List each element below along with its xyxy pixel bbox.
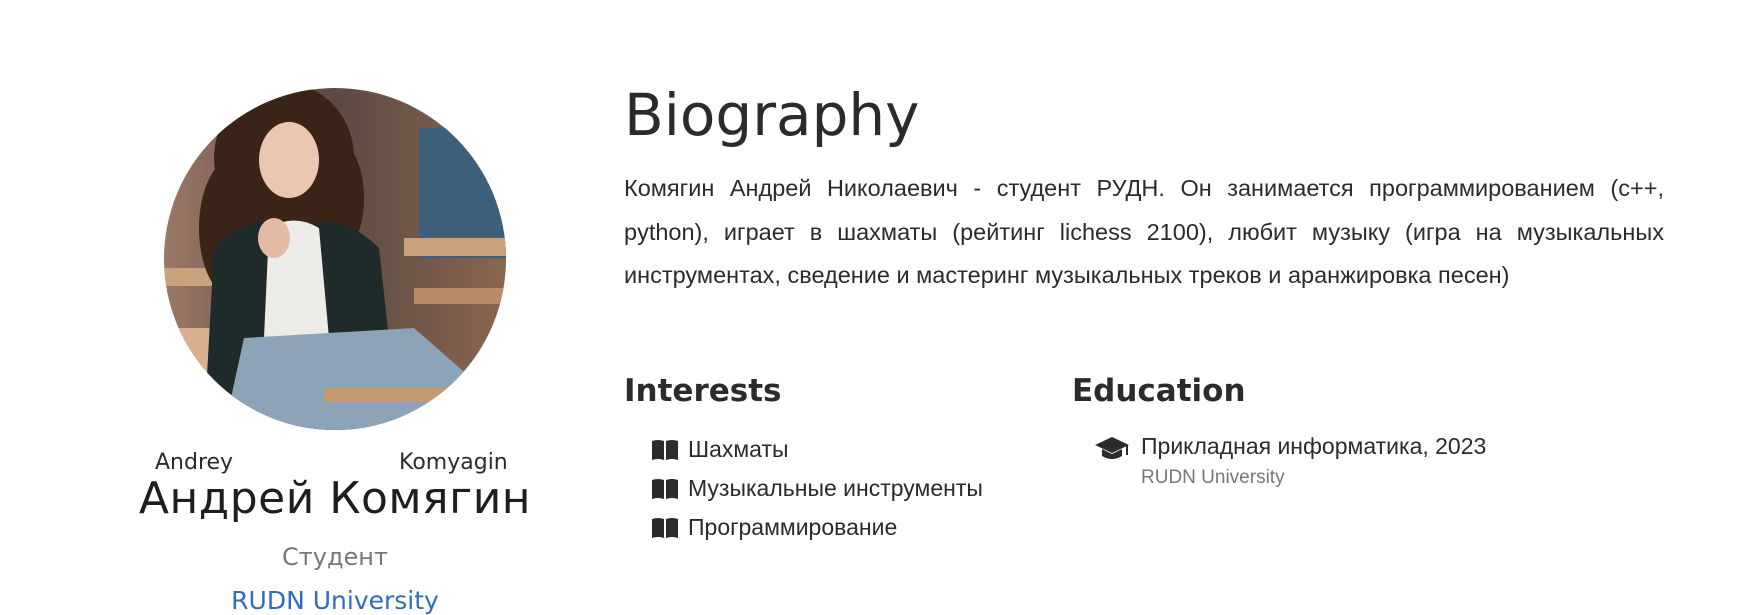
education-section: Education Прикладная информатика, 2023 R… (1072, 370, 1632, 494)
avatar (164, 88, 506, 430)
organization-link[interactable]: RUDN University (110, 586, 560, 615)
interest-item: Шахматы (624, 430, 1044, 469)
interests-title: Interests (624, 373, 782, 409)
education-item: Прикладная информатика, 2023 RUDN Univer… (1072, 430, 1632, 494)
interest-label: Музыкальные инструменты (688, 475, 983, 501)
book-icon (651, 478, 679, 500)
interest-item: Программирование (624, 508, 1044, 547)
avatar-photo (164, 88, 506, 430)
interest-item: Музыкальные инструменты (624, 469, 1044, 508)
education-institution: RUDN University (1141, 467, 1285, 488)
graduation-cap-icon (1094, 435, 1130, 463)
last-name: Komyagin (399, 450, 508, 475)
interests-list: Шахматы Музыкальные инструменты Программ… (624, 430, 1044, 547)
interest-label: Программирование (688, 514, 898, 540)
profile-page: Andrey Komyagin Андрей Комягин Студент R… (0, 0, 1751, 615)
book-icon (651, 439, 679, 461)
book-icon (651, 517, 679, 539)
full-name: Андрей Комягин (138, 473, 532, 524)
education-course: Прикладная информатика, 2023 (1141, 433, 1487, 459)
education-title: Education (1072, 373, 1246, 409)
biography-section: Biography Комягин Андрей Николаевич - ст… (624, 75, 1664, 540)
interests-section: Interests Шахматы Музыкальные инструмент… (624, 370, 1044, 547)
first-name: Andrey (155, 450, 234, 475)
biography-title: Biography (624, 81, 920, 149)
biography-text: Комягин Андрей Николаевич - студент РУДН… (624, 175, 1664, 288)
interest-label: Шахматы (688, 436, 789, 462)
role-label: Студент (282, 543, 388, 571)
